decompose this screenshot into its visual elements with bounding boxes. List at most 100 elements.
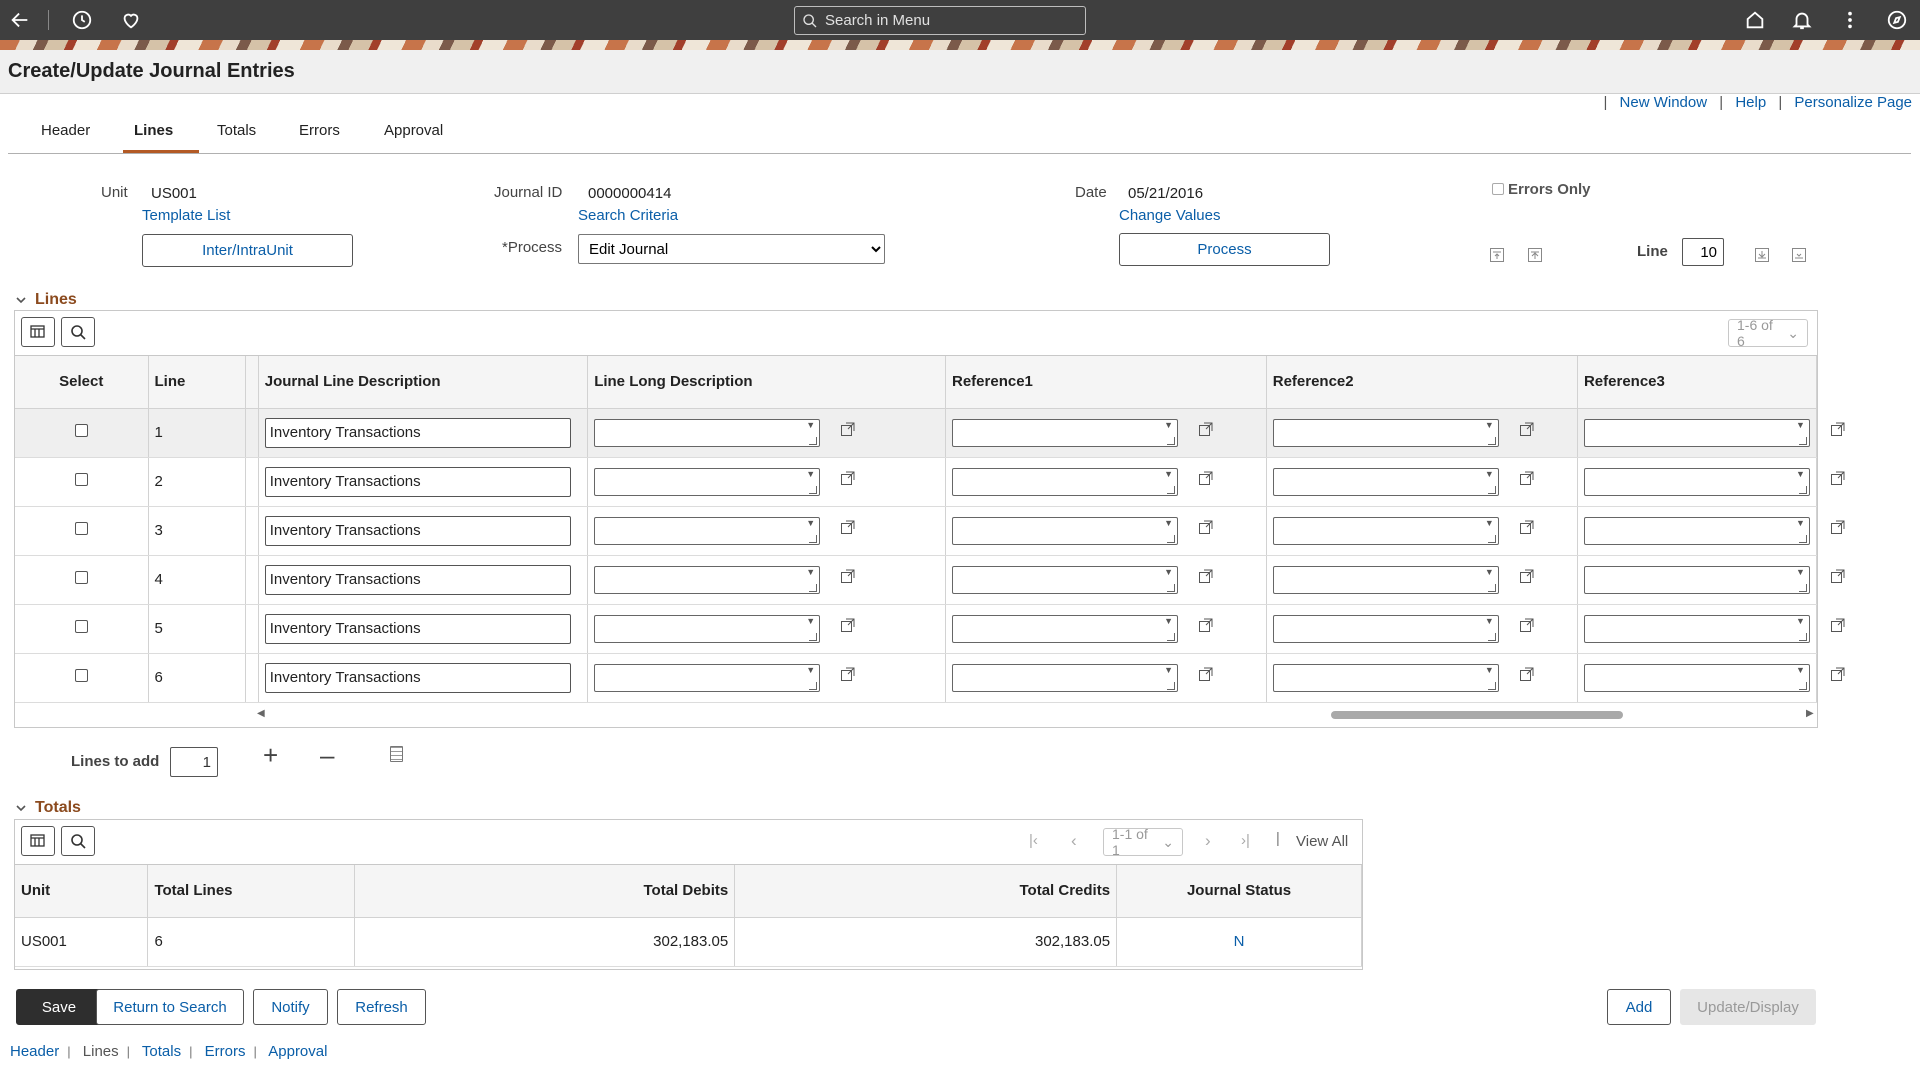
reference2-input[interactable]: ▼ bbox=[1272, 516, 1499, 545]
expand-popup-icon[interactable] bbox=[1830, 470, 1846, 486]
reference1-input[interactable]: ▼ bbox=[952, 663, 1178, 692]
expand-popup-icon[interactable] bbox=[1198, 617, 1214, 633]
resize-handle-icon[interactable] bbox=[1167, 583, 1175, 592]
view-all-link[interactable]: View All bbox=[1296, 833, 1348, 850]
lines-to-add-input[interactable]: 1 bbox=[170, 747, 218, 777]
totals-pager-select[interactable]: 1-1 of 1 ⌄ bbox=[1103, 826, 1183, 858]
resize-handle-icon[interactable] bbox=[1798, 632, 1807, 641]
first-page-icon[interactable]: |‹ bbox=[1029, 832, 1038, 849]
expand-popup-icon[interactable] bbox=[1519, 421, 1535, 437]
resize-handle-icon[interactable] bbox=[809, 632, 818, 641]
scroll-left-arrow-icon[interactable]: ◀ bbox=[257, 708, 265, 719]
expand-popup-icon[interactable] bbox=[1830, 666, 1846, 682]
errors-only-checkbox[interactable] bbox=[1492, 183, 1504, 195]
expand-popup-icon[interactable] bbox=[1519, 519, 1535, 535]
line-long-description-input[interactable]: ▼ bbox=[594, 614, 821, 643]
lines-section-header[interactable]: Lines bbox=[15, 291, 77, 309]
row-select-checkbox[interactable] bbox=[74, 669, 88, 682]
inter-intra-unit-button[interactable]: Inter/IntraUnit bbox=[142, 234, 353, 267]
lines-pager-select[interactable]: 1-6 of 6 ⌄ bbox=[1728, 317, 1808, 349]
expand-popup-icon[interactable] bbox=[840, 421, 856, 437]
resize-handle-icon[interactable] bbox=[1487, 485, 1496, 494]
resize-handle-icon[interactable] bbox=[1167, 436, 1175, 445]
personalize-grid-button[interactable] bbox=[21, 317, 55, 347]
process-select[interactable]: Edit Journal bbox=[578, 234, 885, 264]
resize-handle-icon[interactable] bbox=[1798, 436, 1807, 445]
row-select-checkbox[interactable] bbox=[74, 620, 88, 633]
resize-handle-icon[interactable] bbox=[1487, 436, 1496, 445]
reference3-input[interactable]: ▼ bbox=[1583, 663, 1810, 692]
reference3-input[interactable]: ▼ bbox=[1583, 565, 1810, 594]
delete-row-minus-icon[interactable]: – bbox=[320, 740, 334, 771]
resize-handle-icon[interactable] bbox=[1167, 681, 1175, 690]
bottom-link-header[interactable]: Header bbox=[10, 1043, 59, 1060]
expand-popup-icon[interactable] bbox=[1519, 568, 1535, 584]
expand-popup-icon[interactable] bbox=[840, 568, 856, 584]
reference3-input[interactable]: ▼ bbox=[1583, 516, 1810, 545]
new-window-link[interactable]: New Window bbox=[1620, 94, 1708, 111]
expand-popup-icon[interactable] bbox=[1519, 666, 1535, 682]
reference1-input[interactable]: ▼ bbox=[952, 565, 1178, 594]
row-select-checkbox[interactable] bbox=[74, 424, 88, 437]
resize-handle-icon[interactable] bbox=[1798, 534, 1807, 543]
tab-totals[interactable]: Totals bbox=[217, 122, 256, 147]
journal-line-description-input[interactable]: Inventory Transactions bbox=[264, 613, 571, 644]
search-in-menu-input[interactable]: Search in Menu bbox=[794, 6, 1086, 35]
resize-handle-icon[interactable] bbox=[809, 681, 818, 690]
return-to-search-button[interactable]: Return to Search bbox=[96, 989, 244, 1025]
reference1-input[interactable]: ▼ bbox=[952, 418, 1178, 447]
reference2-input[interactable]: ▼ bbox=[1272, 418, 1499, 447]
resize-handle-icon[interactable] bbox=[1487, 583, 1496, 592]
reference1-input[interactable]: ▼ bbox=[952, 614, 1178, 643]
next-line-icon[interactable] bbox=[1755, 248, 1769, 262]
horizontal-scrollbar[interactable]: ◀ ▶ bbox=[15, 701, 1817, 727]
line-long-description-input[interactable]: ▼ bbox=[594, 418, 821, 447]
expand-popup-icon[interactable] bbox=[840, 470, 856, 486]
notifications-bell-icon[interactable] bbox=[1782, 0, 1822, 40]
resize-handle-icon[interactable] bbox=[1167, 534, 1175, 543]
personalize-grid-button[interactable] bbox=[21, 826, 55, 856]
process-button[interactable]: Process bbox=[1119, 233, 1330, 266]
reference3-input[interactable]: ▼ bbox=[1583, 467, 1810, 496]
reference3-input[interactable]: ▼ bbox=[1583, 614, 1810, 643]
line-number-input[interactable] bbox=[1682, 238, 1724, 266]
calculator-icon[interactable] bbox=[390, 746, 403, 762]
expand-popup-icon[interactable] bbox=[1519, 617, 1535, 633]
resize-handle-icon[interactable] bbox=[1487, 534, 1496, 543]
expand-popup-icon[interactable] bbox=[840, 617, 856, 633]
journal-status-link[interactable]: N bbox=[1116, 917, 1362, 967]
line-long-description-input[interactable]: ▼ bbox=[594, 467, 821, 496]
resize-handle-icon[interactable] bbox=[1798, 583, 1807, 592]
bottom-link-approval[interactable]: Approval bbox=[268, 1043, 327, 1060]
reference1-input[interactable]: ▼ bbox=[952, 516, 1178, 545]
refresh-button[interactable]: Refresh bbox=[337, 989, 426, 1025]
add-button[interactable]: Add bbox=[1607, 989, 1671, 1025]
expand-popup-icon[interactable] bbox=[1830, 617, 1846, 633]
resize-handle-icon[interactable] bbox=[1798, 681, 1807, 690]
resize-handle-icon[interactable] bbox=[1487, 681, 1496, 690]
resize-handle-icon[interactable] bbox=[809, 583, 818, 592]
personalize-page-link[interactable]: Personalize Page bbox=[1794, 94, 1912, 111]
find-in-grid-button[interactable] bbox=[61, 826, 95, 856]
expand-popup-icon[interactable] bbox=[1198, 470, 1214, 486]
resize-handle-icon[interactable] bbox=[809, 485, 818, 494]
update-display-button[interactable]: Update/Display bbox=[1680, 989, 1816, 1025]
first-line-icon[interactable] bbox=[1490, 248, 1504, 262]
template-list-link[interactable]: Template List bbox=[142, 207, 230, 224]
change-values-link[interactable]: Change Values bbox=[1119, 207, 1220, 224]
home-icon[interactable] bbox=[1735, 0, 1775, 40]
totals-section-header[interactable]: Totals bbox=[15, 799, 81, 817]
resize-handle-icon[interactable] bbox=[809, 436, 818, 445]
favorites-heart-icon[interactable] bbox=[111, 0, 151, 40]
journal-line-description-input[interactable]: Inventory Transactions bbox=[264, 515, 571, 546]
reference3-input[interactable]: ▼ bbox=[1583, 418, 1810, 447]
search-criteria-link[interactable]: Search Criteria bbox=[578, 207, 678, 224]
bottom-link-totals[interactable]: Totals bbox=[142, 1043, 181, 1060]
last-page-icon[interactable]: ›| bbox=[1241, 832, 1250, 849]
reference2-input[interactable]: ▼ bbox=[1272, 614, 1499, 643]
row-select-checkbox[interactable] bbox=[74, 522, 88, 535]
resize-handle-icon[interactable] bbox=[1487, 632, 1496, 641]
find-in-grid-button[interactable] bbox=[61, 317, 95, 347]
actions-menu-icon[interactable] bbox=[1830, 0, 1870, 40]
expand-popup-icon[interactable] bbox=[1830, 568, 1846, 584]
